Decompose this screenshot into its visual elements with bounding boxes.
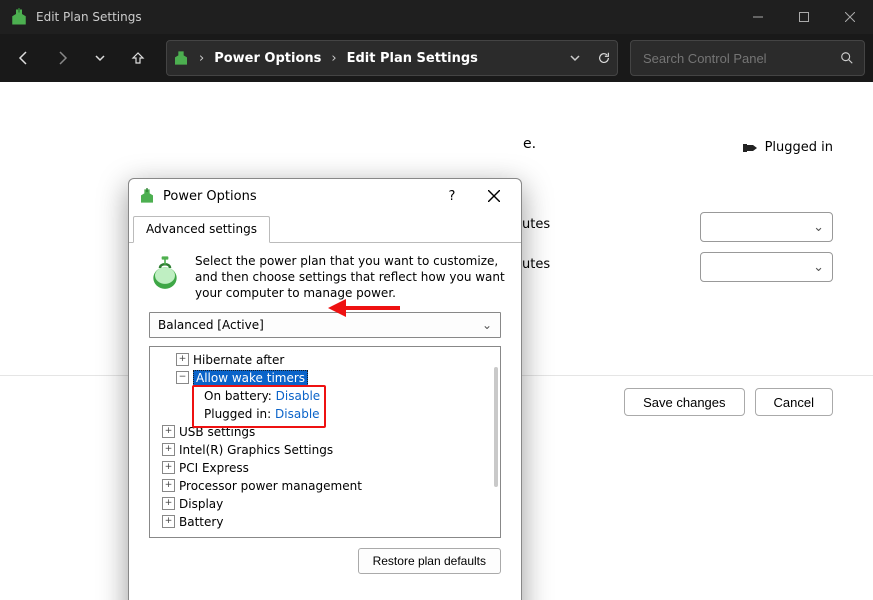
on-battery-label: On battery: bbox=[204, 389, 272, 403]
scrollbar-thumb[interactable] bbox=[494, 367, 498, 487]
restore-plan-defaults-button[interactable]: Restore plan defaults bbox=[358, 548, 501, 574]
dialog-close-button[interactable] bbox=[477, 179, 511, 213]
bg-fragment-2: utes bbox=[522, 257, 550, 272]
location-icon bbox=[173, 50, 189, 66]
tree-graphics-settings[interactable]: Intel(R) Graphics Settings bbox=[179, 443, 333, 457]
breadcrumb-current[interactable]: Edit Plan Settings bbox=[347, 51, 478, 66]
expand-icon[interactable] bbox=[176, 353, 189, 366]
address-dropdown-button[interactable] bbox=[569, 52, 581, 64]
collapse-icon[interactable] bbox=[176, 371, 189, 384]
breadcrumb-root[interactable]: Power Options bbox=[214, 51, 321, 66]
window-title: Edit Plan Settings bbox=[36, 10, 142, 24]
plugged-in-header: Plugged in bbox=[737, 140, 833, 155]
expand-icon[interactable] bbox=[162, 515, 175, 528]
search-input[interactable] bbox=[641, 50, 840, 67]
expand-icon[interactable] bbox=[162, 497, 175, 510]
plug-icon bbox=[737, 142, 759, 154]
titlebar: Edit Plan Settings bbox=[0, 0, 873, 34]
close-button[interactable] bbox=[827, 0, 873, 34]
recent-locations-button[interactable] bbox=[84, 42, 116, 74]
tree-processor-power-management[interactable]: Processor power management bbox=[179, 479, 362, 493]
bg-fragment-1: utes bbox=[522, 217, 550, 232]
up-button[interactable] bbox=[122, 42, 154, 74]
power-plan-icon bbox=[145, 253, 185, 293]
tree-pci-express[interactable]: PCI Express bbox=[179, 461, 249, 475]
refresh-button[interactable] bbox=[597, 51, 611, 65]
dialog-title: Power Options bbox=[163, 189, 257, 204]
help-button[interactable]: ? bbox=[435, 179, 469, 213]
display-timeout-plugged-dropdown[interactable]: ⌄ bbox=[700, 212, 833, 242]
chevron-down-icon: ⌄ bbox=[813, 260, 824, 275]
plugged-in-label: Plugged in bbox=[765, 140, 833, 155]
tab-bar: Advanced settings bbox=[129, 215, 521, 243]
expand-icon[interactable] bbox=[162, 479, 175, 492]
tab-advanced-settings[interactable]: Advanced settings bbox=[133, 216, 270, 243]
chevron-down-icon: ⌄ bbox=[813, 220, 824, 235]
tree-allow-wake-timers[interactable]: Allow wake timers bbox=[193, 370, 308, 386]
dialog-description: Select the power plan that you want to c… bbox=[195, 253, 505, 302]
power-options-icon bbox=[139, 188, 155, 204]
chevron-right-icon: › bbox=[331, 51, 336, 66]
expand-icon[interactable] bbox=[162, 425, 175, 438]
sleep-timeout-plugged-dropdown[interactable]: ⌄ bbox=[700, 252, 833, 282]
minimize-button[interactable] bbox=[735, 0, 781, 34]
cancel-button[interactable]: Cancel bbox=[755, 388, 833, 416]
expand-icon[interactable] bbox=[162, 461, 175, 474]
page-content: e. Plugged in utes ⌄ utes ⌄ Save changes… bbox=[0, 82, 873, 600]
plugged-in-label: Plugged in: bbox=[204, 407, 271, 421]
back-button[interactable] bbox=[8, 42, 40, 74]
search-icon[interactable] bbox=[840, 51, 854, 65]
bg-fragment-dot: e. bbox=[523, 136, 536, 152]
power-plan-selected: Balanced [Active] bbox=[158, 318, 264, 332]
forward-button[interactable] bbox=[46, 42, 78, 74]
expand-icon[interactable] bbox=[162, 443, 175, 456]
tree-usb-settings[interactable]: USB settings bbox=[179, 425, 255, 439]
on-battery-value[interactable]: Disable bbox=[276, 389, 321, 403]
address-bar[interactable]: › Power Options › Edit Plan Settings bbox=[166, 40, 618, 76]
search-box[interactable] bbox=[630, 40, 865, 76]
tree-hibernate-after[interactable]: Hibernate after bbox=[193, 353, 284, 367]
settings-tree[interactable]: Hibernate after Allow wake timers On bat… bbox=[149, 346, 501, 538]
tree-display[interactable]: Display bbox=[179, 497, 223, 511]
power-options-app-icon bbox=[10, 8, 28, 26]
save-changes-button[interactable]: Save changes bbox=[624, 388, 744, 416]
plugged-in-value[interactable]: Disable bbox=[275, 407, 320, 421]
explorer-navbar: › Power Options › Edit Plan Settings bbox=[0, 34, 873, 82]
power-plan-select[interactable]: Balanced [Active] ⌄ bbox=[149, 312, 501, 338]
tree-battery[interactable]: Battery bbox=[179, 515, 223, 529]
chevron-right-icon: › bbox=[199, 51, 204, 66]
maximize-button[interactable] bbox=[781, 0, 827, 34]
chevron-down-icon: ⌄ bbox=[482, 318, 492, 332]
power-options-dialog: Power Options ? Advanced settings bbox=[128, 178, 522, 600]
